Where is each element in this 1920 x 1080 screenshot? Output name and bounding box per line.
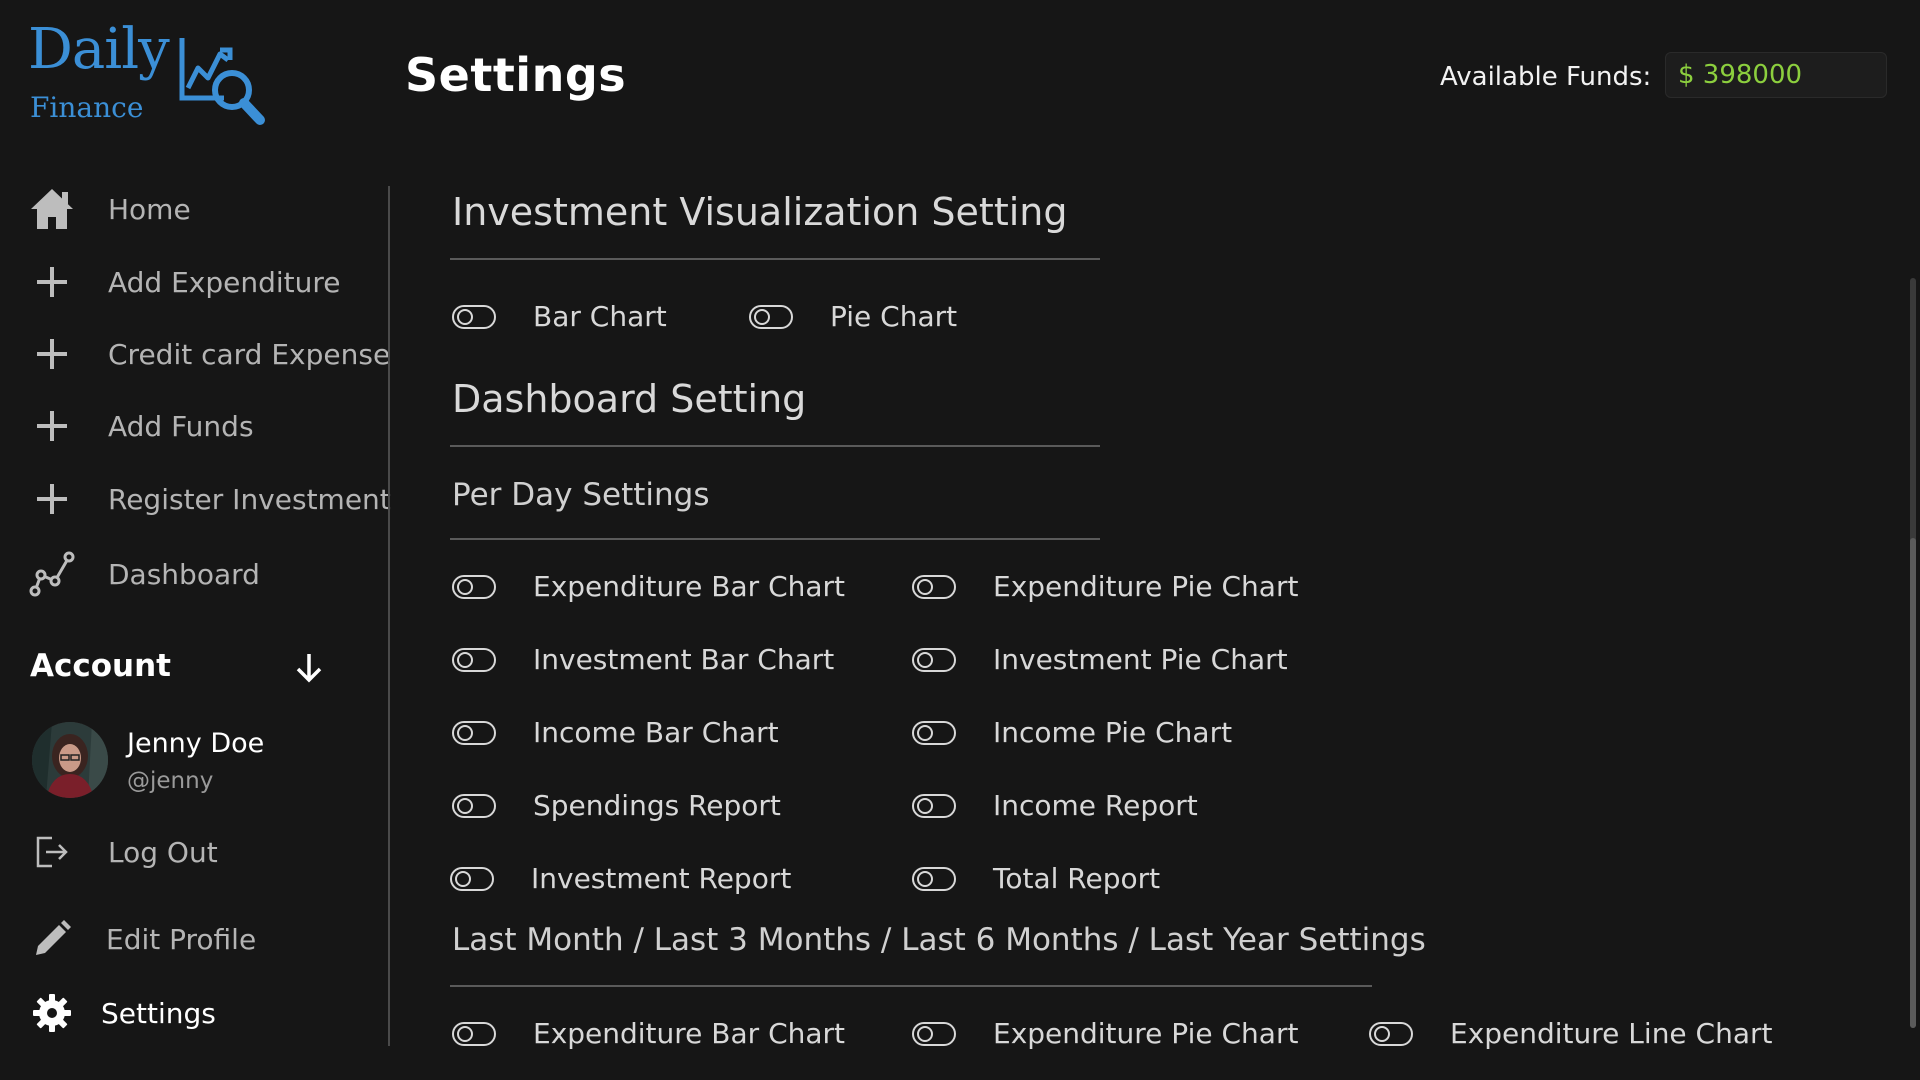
- toggle-switch[interactable]: [1369, 1021, 1413, 1046]
- sidebar-item-label: Add Funds: [108, 409, 254, 443]
- divider: [450, 445, 1100, 447]
- toggle-switch[interactable]: [452, 647, 496, 672]
- sidebar-item-label: Add Expenditure: [108, 265, 341, 299]
- arrow-down-icon[interactable]: [294, 650, 324, 684]
- toggle-label: Expenditure Bar Chart: [533, 570, 846, 603]
- sidebar-item-settings[interactable]: Settings: [28, 988, 216, 1038]
- toggle-label: Total Report: [993, 862, 1161, 895]
- toggle-switch[interactable]: [912, 720, 956, 745]
- sidebar-item-label: Credit card Expense: [108, 337, 391, 371]
- edit-profile-button[interactable]: Edit Profile: [28, 914, 256, 964]
- logo-sub: Finance: [30, 91, 144, 124]
- toggle-income-pie-chart[interactable]: Income Pie Chart: [912, 716, 1232, 749]
- sidebar-item-dashboard[interactable]: Dashboard: [28, 549, 260, 599]
- logout-button[interactable]: Log Out: [28, 827, 218, 877]
- daily-finance-logo[interactable]: Daily Finance: [28, 22, 278, 132]
- per-day-settings-title: Per Day Settings: [452, 477, 710, 513]
- toggle-switch[interactable]: [452, 304, 496, 329]
- edit-profile-label: Edit Profile: [106, 922, 257, 956]
- sidebar-item-label: Dashboard: [108, 557, 260, 591]
- toggle-period-expenditure-line-chart[interactable]: Expenditure Line Chart: [1369, 1017, 1773, 1050]
- chart-line-icon: [28, 550, 76, 598]
- divider: [450, 258, 1100, 260]
- toggle-label: Income Bar Chart: [533, 716, 779, 749]
- investment-visualization-title: Investment Visualization Setting: [452, 190, 1068, 234]
- toggle-switch[interactable]: [912, 647, 956, 672]
- gear-icon: [28, 989, 76, 1037]
- logo-word: Daily: [28, 17, 170, 82]
- logout-icon: [28, 828, 76, 876]
- divider: [450, 538, 1100, 540]
- toggle-switch[interactable]: [452, 574, 496, 599]
- account-heading[interactable]: Account: [30, 648, 171, 684]
- toggle-label: Income Pie Chart: [993, 716, 1233, 749]
- toggle-period-expenditure-pie-chart[interactable]: Expenditure Pie Chart: [912, 1017, 1298, 1050]
- toggle-label: Spendings Report: [533, 789, 781, 822]
- plus-icon: [28, 258, 76, 306]
- avatar[interactable]: [32, 722, 108, 798]
- sidebar-item-register-investment[interactable]: Register Investment: [28, 474, 391, 524]
- sidebar-item-home[interactable]: Home: [28, 184, 191, 234]
- toggle-label: Pie Chart: [830, 300, 958, 333]
- vertical-scrollbar[interactable]: [1910, 278, 1916, 1028]
- toggle-investment-pie-chart[interactable]: Pie Chart: [749, 300, 957, 333]
- user-handle: @jenny: [127, 768, 214, 794]
- sidebar-item-label: Register Investment: [108, 482, 391, 516]
- toggle-investment-report[interactable]: Investment Report: [450, 862, 791, 895]
- toggle-label: Expenditure Bar Chart: [533, 1017, 846, 1050]
- toggle-switch[interactable]: [452, 720, 496, 745]
- toggle-income-bar-chart[interactable]: Income Bar Chart: [452, 716, 779, 749]
- toggle-switch[interactable]: [452, 793, 496, 818]
- sidebar-divider: [388, 186, 390, 1046]
- toggle-label: Expenditure Pie Chart: [993, 570, 1299, 603]
- sidebar-item-label: Settings: [101, 996, 216, 1030]
- settings-page: Daily Finance Settings Available Funds: …: [0, 0, 1920, 1080]
- plus-icon: [28, 475, 76, 523]
- toggle-label: Bar Chart: [533, 300, 667, 333]
- page-title: Settings: [405, 48, 627, 102]
- user-name: Jenny Doe: [127, 728, 265, 759]
- logout-label: Log Out: [108, 835, 218, 869]
- available-funds-label: Available Funds:: [1440, 62, 1652, 92]
- toggle-period-expenditure-bar-chart[interactable]: Expenditure Bar Chart: [452, 1017, 845, 1050]
- scrollbar-thumb[interactable]: [1910, 538, 1916, 1028]
- pencil-icon: [28, 915, 76, 963]
- toggle-investment-pie-chart-daily[interactable]: Investment Pie Chart: [912, 643, 1288, 676]
- sidebar-item-credit-card-expense[interactable]: Credit card Expense: [28, 329, 390, 379]
- chart-magnifier-icon: [179, 38, 265, 125]
- toggle-expenditure-pie-chart[interactable]: Expenditure Pie Chart: [912, 570, 1298, 603]
- plus-icon: [28, 402, 76, 450]
- toggle-total-report[interactable]: Total Report: [912, 862, 1160, 895]
- toggle-investment-bar-chart-daily[interactable]: Investment Bar Chart: [452, 643, 834, 676]
- plus-icon: [28, 330, 76, 378]
- toggle-switch[interactable]: [912, 793, 956, 818]
- toggle-switch[interactable]: [450, 866, 494, 891]
- toggle-switch[interactable]: [749, 304, 793, 329]
- toggle-switch[interactable]: [912, 866, 956, 891]
- toggle-switch[interactable]: [452, 1021, 496, 1046]
- home-icon: [28, 185, 76, 233]
- toggle-income-report[interactable]: Income Report: [912, 789, 1198, 822]
- sidebar-item-add-expenditure[interactable]: Add Expenditure: [28, 257, 341, 307]
- toggle-investment-bar-chart[interactable]: Bar Chart: [452, 300, 667, 333]
- toggle-label: Investment Bar Chart: [533, 643, 835, 676]
- sidebar-item-label: Home: [108, 192, 191, 226]
- toggle-label: Income Report: [993, 789, 1198, 822]
- toggle-label: Investment Pie Chart: [993, 643, 1288, 676]
- toggle-expenditure-bar-chart[interactable]: Expenditure Bar Chart: [452, 570, 845, 603]
- toggle-switch[interactable]: [912, 1021, 956, 1046]
- toggle-label: Investment Report: [531, 862, 792, 895]
- toggle-spendings-report[interactable]: Spendings Report: [452, 789, 781, 822]
- divider: [450, 985, 1372, 987]
- toggle-label: Expenditure Pie Chart: [993, 1017, 1299, 1050]
- toggle-switch[interactable]: [912, 574, 956, 599]
- period-settings-title: Last Month / Last 3 Months / Last 6 Mont…: [452, 922, 1426, 958]
- dashboard-setting-title: Dashboard Setting: [452, 377, 807, 421]
- sidebar-item-add-funds[interactable]: Add Funds: [28, 401, 254, 451]
- toggle-label: Expenditure Line Chart: [1450, 1017, 1773, 1050]
- available-funds-value: $ 398000: [1665, 52, 1887, 98]
